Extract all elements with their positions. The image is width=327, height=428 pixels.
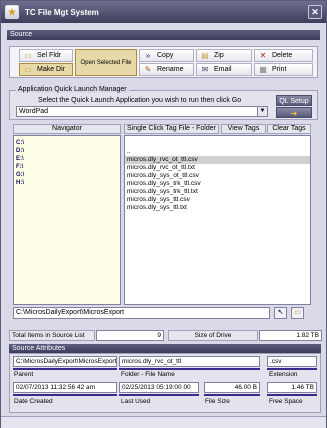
list-item[interactable]: micros.dly_sys_trk_ttl.txt: [125, 188, 310, 196]
go-button[interactable]: ➜: [276, 107, 312, 118]
quick-launch-legend: Application Quick Launch Manager: [16, 86, 129, 93]
file-size-field[interactable]: 46.00 B: [204, 382, 260, 393]
file-size-underline: [204, 394, 260, 396]
date-created-field[interactable]: 02/07/2013 11:32:56 42 am: [13, 382, 117, 393]
main-window: ★ TC File Mgt System ✕ Source ▭ Sel Fldr…: [0, 0, 327, 428]
drive-list: C:\ D:\ E:\ F:\ G:\ H:\: [14, 136, 120, 187]
email-icon: ✉: [201, 65, 209, 74]
drive-item[interactable]: G:\: [14, 171, 120, 179]
chevron-down-icon[interactable]: ▼: [257, 107, 267, 116]
tab-single-click-tag[interactable]: Single Click Tag File - Folder: [124, 124, 219, 134]
last-used-underline: [119, 394, 199, 396]
open-selected-file-label: Open Selected File: [80, 59, 132, 66]
parent-label: Parent: [14, 371, 34, 378]
rename-button[interactable]: ✎ Rename: [139, 63, 194, 76]
new-folder-icon: ▭: [24, 65, 32, 74]
total-items-value: 9: [96, 330, 164, 341]
make-dir-label: Make Dir: [37, 66, 66, 73]
total-items-label: Total Items in Source List: [9, 330, 95, 341]
delete-button[interactable]: ✕ Delete: [254, 49, 313, 62]
tab-clear-tags[interactable]: Clear Tags: [267, 124, 311, 134]
source-attributes-header: Source Attributes: [9, 344, 321, 353]
drive-item[interactable]: C:\: [14, 139, 120, 147]
extension-field[interactable]: .csv: [267, 356, 317, 367]
quick-launch-group: Application Quick Launch Manager Select …: [9, 86, 318, 120]
source-header: Source: [7, 30, 320, 40]
file-list[interactable]: .. micros.dly_rvc_ot_ttl.csv micros.dly_…: [124, 135, 311, 305]
close-button[interactable]: ✕: [308, 5, 322, 19]
go-arrow-icon: ➜: [290, 109, 298, 118]
quick-launch-select[interactable]: WordPad ▼: [16, 106, 268, 117]
drive-item[interactable]: H:\: [14, 179, 120, 187]
open-selected-file-button[interactable]: Open Selected File: [75, 49, 137, 76]
status-bar: [1, 416, 326, 428]
email-button[interactable]: ✉ Email: [196, 63, 252, 76]
printer-icon: ▦: [259, 65, 267, 74]
ql-setup-button[interactable]: QL Setup: [276, 95, 312, 106]
sel-fldr-button[interactable]: ▭ Sel Fldr: [19, 49, 73, 62]
date-created-underline: [13, 394, 117, 396]
make-dir-button[interactable]: ▭ Make Dir: [19, 63, 73, 76]
folder-file-underline: [119, 368, 260, 370]
list-item[interactable]: micros.dly_rvc_ot_ttl.txt: [125, 164, 310, 172]
delete-x-icon: ✕: [259, 51, 267, 60]
delete-label: Delete: [272, 52, 293, 59]
quick-launch-instruction: Select the Quick Launch Application you …: [38, 97, 242, 104]
list-item[interactable]: ..: [125, 148, 310, 156]
print-button[interactable]: ▦ Print: [254, 63, 313, 76]
folder-file-name-label: Folder - File Name: [121, 371, 175, 378]
last-used-field[interactable]: 02/25/2013 05:19:00 00: [119, 382, 199, 393]
list-item[interactable]: micros.dly_sys_trk_ttl.csv: [125, 180, 310, 188]
list-item[interactable]: micros.dly_sys_ttl.txt: [125, 204, 310, 212]
folder-icon: ▭: [24, 51, 32, 60]
quick-launch-selected-value: WordPad: [19, 108, 49, 115]
navigator-tree[interactable]: C:\ D:\ E:\ F:\ G:\ H:\: [13, 135, 121, 305]
print-label: Print: [272, 66, 287, 73]
title-bar[interactable]: ★ TC File Mgt System ✕: [1, 1, 326, 23]
file-size-label: File Size: [205, 398, 230, 405]
drive-item[interactable]: D:\: [14, 147, 120, 155]
free-space-field[interactable]: 1.46 TB: [267, 382, 317, 393]
drive-item[interactable]: E:\: [14, 155, 120, 163]
size-of-drive-label: Size of Drive: [168, 330, 258, 341]
list-item[interactable]: micros.dly_rvc_ot_ttl.csv: [125, 156, 310, 164]
last-used-label: Last Used: [121, 398, 151, 405]
open-folder-icon[interactable]: ▭: [291, 307, 304, 319]
source-toolbar: ▭ Sel Fldr ▭ Make Dir Open Selected File…: [9, 46, 318, 78]
sel-fldr-label: Sel Fldr: [37, 52, 62, 59]
drive-item[interactable]: F:\: [14, 163, 120, 171]
rename-label: Rename: [157, 66, 184, 73]
extension-underline: [267, 368, 317, 370]
parent-field[interactable]: C:\MicrosDailyExport\MicrosExport: [13, 356, 117, 367]
tab-view-tags[interactable]: View Tags: [221, 124, 266, 134]
cursor-icon[interactable]: ↖: [274, 307, 287, 319]
list-item[interactable]: micros.dly_sys_ot_ttl.csv: [125, 172, 310, 180]
date-created-label: Date Created: [14, 398, 53, 405]
pencil-icon: ✎: [144, 65, 152, 74]
free-space-label: Free Space: [269, 398, 303, 405]
email-label: Email: [214, 66, 232, 73]
list-item[interactable]: micros.dly_sys_ttl.csv: [125, 196, 310, 204]
folder-file-name-field[interactable]: micros.dly_rvc_ot_ttl: [119, 356, 260, 367]
window-title: TC File Mgt System: [25, 7, 99, 17]
copy-button[interactable]: » Copy: [139, 49, 194, 62]
app-icon: ★: [5, 5, 19, 19]
path-input[interactable]: C:\MicrosDailyExport\MicrosExport: [13, 307, 270, 319]
double-chevron-icon: »: [145, 51, 151, 60]
zip-button[interactable]: ▤ Zip: [196, 49, 252, 62]
extension-label: Extension: [269, 371, 298, 378]
zip-label: Zip: [214, 52, 224, 59]
zip-icon: ▤: [201, 51, 209, 60]
size-of-drive-value: 1.82 TB: [259, 330, 322, 341]
parent-underline: [13, 368, 117, 370]
copy-label: Copy: [157, 52, 174, 59]
free-space-underline: [267, 394, 317, 396]
navigator-title: Navigator: [13, 124, 121, 134]
